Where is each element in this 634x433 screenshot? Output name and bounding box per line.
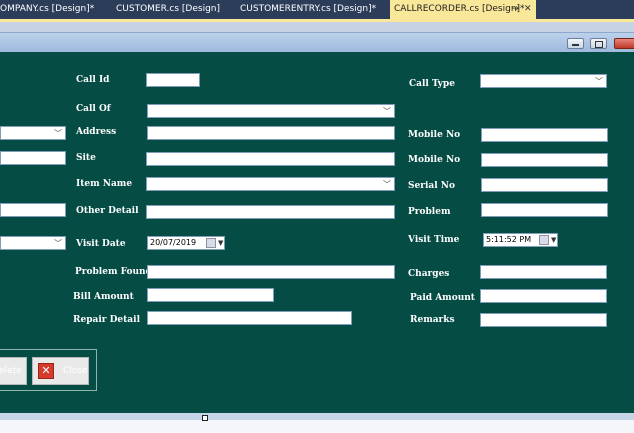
charges-input[interactable] xyxy=(480,265,607,279)
tab-company[interactable]: OMPANY.cs [Design]* xyxy=(0,0,104,19)
tab-callrecorder[interactable]: CALLRECORDER.cs [Design]* ⇥ ✕ xyxy=(390,0,536,19)
close-icon[interactable] xyxy=(614,38,634,49)
visit-date-label: Visit Date xyxy=(76,239,126,249)
close-tab-icon[interactable]: ✕ xyxy=(524,0,532,19)
chevron-down-icon: ▼ xyxy=(218,239,224,247)
repair-detail-label: Repair Detail xyxy=(73,315,140,325)
call-id-label: Call Id xyxy=(76,75,110,85)
call-type-label: Call Type xyxy=(409,79,455,89)
delete-button[interactable]: elete xyxy=(0,357,27,385)
site-input[interactable] xyxy=(146,152,395,166)
charges-label: Charges xyxy=(408,269,450,279)
site-label: Site xyxy=(76,153,96,163)
chevron-down-icon: ▼ xyxy=(551,236,557,244)
time-spinner-icon[interactable] xyxy=(539,235,549,245)
other-detail-label: Other Detail xyxy=(76,206,139,216)
problem-input[interactable] xyxy=(481,203,608,217)
minimize-icon[interactable] xyxy=(567,38,584,49)
delete-button-label: elete xyxy=(0,366,22,376)
close-x-icon: ✕ xyxy=(38,363,54,379)
bill-amount-label: Bill Amount xyxy=(73,292,134,302)
call-of-combobox[interactable]: ﹀ xyxy=(147,104,395,118)
maximize-icon[interactable] xyxy=(590,38,607,49)
repair-detail-input[interactable] xyxy=(147,311,352,325)
document-tab-bar: OMPANY.cs [Design]* CUSTOMER.cs [Design]… xyxy=(0,0,634,19)
visit-date-picker[interactable]: 20/07/2019 ▼ xyxy=(147,236,225,250)
serial-no-input[interactable] xyxy=(481,178,608,192)
form-title-bar xyxy=(0,32,634,53)
calendar-icon[interactable] xyxy=(206,238,216,248)
address-input[interactable] xyxy=(147,126,395,140)
mobile-no-label-1: Mobile No xyxy=(408,130,461,140)
remarks-input[interactable] xyxy=(480,313,607,327)
tab-label: CUSTOMER.cs [Design] xyxy=(116,4,221,14)
left-textbox-1[interactable] xyxy=(0,151,66,165)
close-button[interactable]: ✕ Close xyxy=(32,357,89,385)
form-bottom-border xyxy=(0,413,634,420)
paid-amount-input[interactable] xyxy=(480,289,607,303)
chevron-down-icon: ﹀ xyxy=(383,180,391,189)
left-textbox-2[interactable] xyxy=(0,203,66,217)
chevron-down-icon: ﹀ xyxy=(54,129,62,138)
remarks-label: Remarks xyxy=(410,315,455,325)
tab-label: OMPANY.cs [Design]* xyxy=(0,4,95,14)
designer-surface xyxy=(0,22,634,32)
bill-amount-input[interactable] xyxy=(147,288,274,302)
designer-surface-bottom xyxy=(0,420,634,433)
other-detail-input[interactable] xyxy=(146,205,395,219)
close-button-label: Close xyxy=(63,366,88,376)
call-of-label: Call Of xyxy=(76,104,111,114)
visit-time-label: Visit Time xyxy=(408,235,460,245)
paid-amount-label: Paid Amount xyxy=(410,293,475,303)
tab-label: CUSTOMERENTRY.cs [Design]* xyxy=(240,4,377,14)
mobile-no-label-2: Mobile No xyxy=(408,155,461,165)
tab-customer[interactable]: CUSTOMER.cs [Design] xyxy=(116,0,226,19)
chevron-down-icon: ﹀ xyxy=(54,239,62,248)
item-name-combobox[interactable]: ﹀ xyxy=(146,177,395,191)
call-type-combobox[interactable]: ﹀ xyxy=(480,74,607,88)
pin-icon[interactable]: ⇥ xyxy=(512,0,520,19)
problem-found-label: Problem Found xyxy=(75,267,152,277)
mobile-no-input-1[interactable] xyxy=(481,128,608,142)
chevron-down-icon: ﹀ xyxy=(383,107,391,116)
serial-no-label: Serial No xyxy=(408,181,455,191)
call-id-input[interactable] xyxy=(146,73,200,87)
visit-date-value: 20/07/2019 xyxy=(150,238,197,247)
chevron-down-icon: ﹀ xyxy=(595,77,603,86)
address-label: Address xyxy=(76,127,117,137)
tab-customerentry[interactable]: CUSTOMERENTRY.cs [Design]* xyxy=(240,0,380,19)
resize-handle[interactable] xyxy=(202,415,208,421)
left-combobox-1[interactable]: ﹀ xyxy=(0,126,66,140)
problem-label: Problem xyxy=(408,207,451,217)
tab-label: CALLRECORDER.cs [Design]* xyxy=(394,4,525,14)
visit-time-value: 5:11:52 PM xyxy=(486,235,532,244)
item-name-label: Item Name xyxy=(76,179,133,189)
visit-time-picker[interactable]: 5:11:52 PM ▼ xyxy=(483,233,558,247)
problem-found-input[interactable] xyxy=(147,265,395,279)
mobile-no-input-2[interactable] xyxy=(481,153,608,167)
left-combobox-2[interactable]: ﹀ xyxy=(0,236,66,250)
